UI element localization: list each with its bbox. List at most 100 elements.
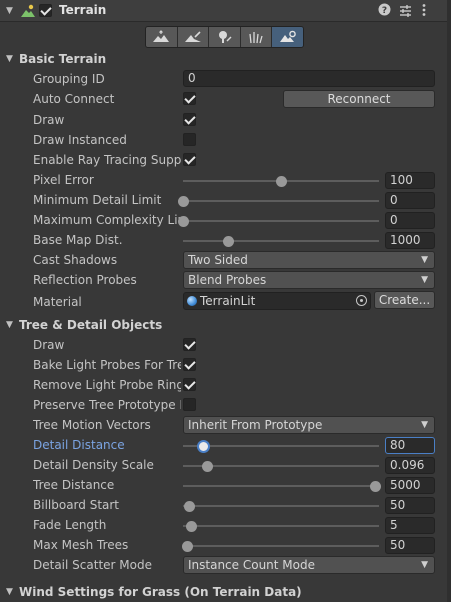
reconnect-button[interactable]: Reconnect bbox=[283, 90, 435, 108]
create-material-button[interactable]: Create... bbox=[374, 291, 435, 309]
reflection-probes-dropdown[interactable]: Blend Probes ▼ bbox=[183, 271, 435, 289]
max-complexity-limit-label: Maximum Complexity Limit bbox=[33, 213, 181, 227]
bake-light-probes-label: Bake Light Probes For Trees bbox=[33, 358, 181, 372]
slider-thumb[interactable] bbox=[178, 196, 189, 207]
max-complexity-limit-slider[interactable] bbox=[178, 216, 379, 227]
detail-distance-label: Detail Distance bbox=[33, 438, 125, 452]
ray-tracing-label: Enable Ray Tracing Support bbox=[33, 153, 181, 167]
chevron-down-icon: ▼ bbox=[421, 275, 428, 285]
object-picker-icon[interactable] bbox=[356, 295, 367, 306]
slider-thumb[interactable] bbox=[370, 481, 382, 492]
max-mesh-trees-field[interactable]: 50 bbox=[385, 537, 435, 554]
fade-length-label: Fade Length bbox=[33, 518, 107, 532]
component-title: Terrain bbox=[59, 3, 107, 17]
slider-thumb[interactable] bbox=[196, 440, 210, 453]
slider-thumb[interactable] bbox=[223, 236, 235, 247]
tree-distance-slider[interactable] bbox=[183, 481, 382, 492]
auto-connect-label: Auto Connect bbox=[33, 92, 115, 106]
material-icon bbox=[187, 296, 197, 306]
slider-thumb[interactable] bbox=[183, 501, 195, 512]
tree-distance-label: Tree Distance bbox=[33, 478, 115, 492]
max-mesh-trees-slider[interactable] bbox=[181, 541, 379, 552]
help-icon[interactable]: ? bbox=[378, 3, 392, 17]
grouping-id-label: Grouping ID bbox=[33, 72, 105, 86]
billboard-start-field[interactable]: 50 bbox=[385, 497, 435, 514]
detail-scatter-mode-value: Instance Count Mode bbox=[188, 558, 316, 572]
preserve-tree-prototype-checkbox[interactable] bbox=[183, 398, 196, 411]
section-fold-icon: ▼ bbox=[6, 587, 13, 597]
auto-connect-checkbox[interactable] bbox=[183, 92, 196, 105]
detail-distance-slider[interactable] bbox=[183, 440, 379, 453]
material-object-field[interactable]: TerrainLit bbox=[183, 292, 371, 310]
cast-shadows-value: Two Sided bbox=[188, 253, 248, 267]
raise-lower-terrain-icon[interactable] bbox=[146, 27, 178, 47]
terrain-tool-toolbar bbox=[145, 26, 304, 48]
chevron-down-icon: ▼ bbox=[421, 420, 428, 430]
chevron-down-icon: ▼ bbox=[421, 560, 428, 570]
base-map-dist-slider[interactable] bbox=[183, 236, 379, 247]
slider-thumb[interactable] bbox=[181, 541, 193, 552]
min-detail-limit-field[interactable]: 0 bbox=[385, 192, 435, 209]
terrain-component-icon bbox=[20, 3, 36, 19]
fade-length-field[interactable]: 5 bbox=[385, 517, 435, 534]
section-title: Basic Terrain bbox=[19, 52, 107, 66]
max-complexity-limit-field[interactable]: 0 bbox=[385, 212, 435, 229]
fade-length-slider[interactable] bbox=[183, 521, 379, 532]
base-map-dist-field[interactable]: 1000 bbox=[385, 232, 435, 249]
pixel-error-field[interactable]: 100 bbox=[385, 172, 435, 189]
draw-checkbox[interactable] bbox=[183, 113, 196, 126]
detail-density-scale-label: Detail Density Scale bbox=[33, 458, 154, 472]
draw-instanced-label: Draw Instanced bbox=[33, 133, 127, 147]
section-fold-icon: ▼ bbox=[6, 320, 13, 330]
grouping-id-field[interactable]: 0 bbox=[183, 70, 435, 87]
min-detail-limit-slider[interactable] bbox=[178, 196, 379, 207]
tree-draw-checkbox[interactable] bbox=[183, 338, 196, 351]
bake-light-probes-checkbox[interactable] bbox=[183, 358, 196, 371]
detail-density-scale-field[interactable]: 0.096 bbox=[385, 457, 435, 474]
slider-thumb[interactable] bbox=[201, 461, 213, 472]
chevron-down-icon: ▼ bbox=[421, 255, 428, 265]
pixel-error-slider[interactable] bbox=[183, 176, 379, 187]
paint-terrain-icon[interactable] bbox=[177, 27, 210, 47]
material-label: Material bbox=[33, 295, 82, 309]
max-mesh-trees-label: Max Mesh Trees bbox=[33, 538, 129, 552]
paint-details-icon[interactable] bbox=[240, 27, 273, 47]
tree-motion-vectors-dropdown[interactable]: Inherit From Prototype ▼ bbox=[183, 416, 435, 434]
cast-shadows-dropdown[interactable]: Two Sided ▼ bbox=[183, 251, 435, 269]
wind-settings-section-header[interactable]: ▼ Wind Settings for Grass (On Terrain Da… bbox=[0, 582, 451, 602]
draw-instanced-checkbox[interactable] bbox=[183, 133, 196, 146]
reflection-probes-value: Blend Probes bbox=[188, 273, 267, 287]
detail-density-scale-slider[interactable] bbox=[183, 461, 379, 472]
billboard-start-slider[interactable] bbox=[183, 501, 379, 512]
remove-light-probe-ringing-checkbox[interactable] bbox=[183, 378, 196, 391]
billboard-start-label: Billboard Start bbox=[33, 498, 120, 512]
preserve-tree-prototype-label: Preserve Tree Prototype Layers bbox=[33, 398, 181, 412]
terrain-settings-icon[interactable] bbox=[272, 27, 303, 47]
draw-label: Draw bbox=[33, 113, 65, 127]
reflection-probes-label: Reflection Probes bbox=[33, 273, 137, 287]
tree-draw-label: Draw bbox=[33, 338, 65, 352]
paint-trees-icon[interactable] bbox=[209, 27, 241, 47]
material-value: TerrainLit bbox=[200, 294, 256, 308]
tree-detail-section-header[interactable]: ▼ Tree & Detail Objects bbox=[0, 315, 451, 335]
section-title: Tree & Detail Objects bbox=[19, 318, 163, 332]
tree-motion-vectors-label: Tree Motion Vectors bbox=[33, 418, 151, 432]
presets-icon[interactable] bbox=[399, 4, 413, 18]
scrollbar[interactable] bbox=[447, 0, 451, 602]
section-title: Wind Settings for Grass (On Terrain Data… bbox=[19, 585, 302, 599]
slider-thumb[interactable] bbox=[276, 176, 287, 187]
detail-distance-field[interactable]: 80 bbox=[385, 437, 435, 454]
slider-thumb[interactable] bbox=[185, 521, 197, 532]
detail-scatter-mode-dropdown[interactable]: Instance Count Mode ▼ bbox=[183, 556, 435, 574]
base-map-dist-label: Base Map Dist. bbox=[33, 233, 123, 247]
slider-thumb[interactable] bbox=[178, 216, 189, 227]
more-icon[interactable] bbox=[421, 3, 431, 17]
ray-tracing-checkbox[interactable] bbox=[183, 153, 196, 166]
component-enabled-checkbox[interactable] bbox=[39, 4, 52, 17]
basic-terrain-section-header[interactable]: ▼ Basic Terrain bbox=[0, 49, 451, 69]
tree-motion-vectors-value: Inherit From Prototype bbox=[188, 418, 323, 432]
cast-shadows-label: Cast Shadows bbox=[33, 253, 118, 267]
collapse-arrow-icon[interactable]: ▼ bbox=[6, 0, 13, 22]
svg-text:?: ? bbox=[382, 6, 387, 16]
tree-distance-field[interactable]: 5000 bbox=[385, 477, 435, 494]
